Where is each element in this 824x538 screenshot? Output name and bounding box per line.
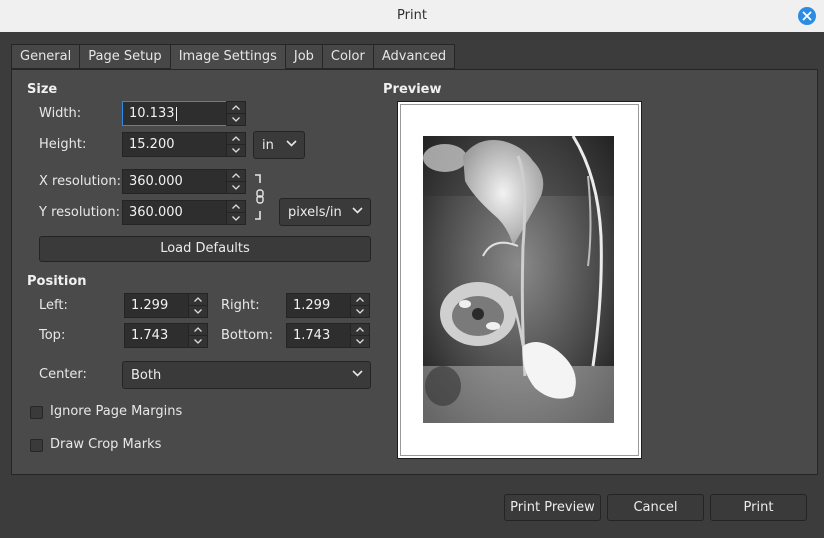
center-select[interactable]: Both [122,361,371,389]
chevron-down-icon [194,339,202,344]
width-increment-button[interactable] [227,102,245,113]
top-label: Top: [39,328,66,343]
chevron-up-icon [232,204,240,209]
center-label: Center: [39,367,87,382]
x-resolution-increment-button[interactable] [227,170,245,181]
height-spinner: 15.200 [122,132,246,157]
right-input[interactable]: 1.299 [286,293,350,318]
height-label: Height: [39,137,87,152]
size-unit-value: in [262,137,274,153]
ignore-margins-checkbox[interactable] [30,406,43,419]
window-title: Print [397,8,427,23]
right-label: Right: [221,298,260,313]
top-input[interactable]: 1.743 [124,323,188,348]
y-resolution-spinner: 360.000 [122,200,246,225]
y-resolution-label: Y resolution: [39,205,120,220]
width-input[interactable]: 10.133 [122,101,226,126]
size-heading: Size [27,82,58,97]
tab-page-setup[interactable]: Page Setup [79,44,170,69]
crop-marks-label: Draw Crop Marks [50,437,162,452]
load-defaults-button[interactable]: Load Defaults [39,236,371,262]
tab-advanced[interactable]: Advanced [372,44,456,69]
chevron-up-icon [356,297,364,302]
height-decrement-button[interactable] [227,144,245,156]
right-increment-button[interactable] [351,294,369,305]
close-button[interactable] [798,7,816,25]
left-decrement-button[interactable] [189,305,207,317]
preview-image [423,136,614,423]
bottom-label: Bottom: [221,328,274,343]
top-decrement-button[interactable] [189,335,207,347]
bottom-decrement-button[interactable] [351,335,369,347]
chevron-up-icon [232,173,240,178]
y-resolution-input[interactable]: 360.000 [122,200,226,225]
tab-general[interactable]: General [11,44,80,69]
chevron-down-icon [352,207,363,214]
chevron-up-icon [194,327,202,332]
x-resolution-spinner: 360.000 [122,169,246,194]
chevron-down-icon [232,216,240,221]
left-increment-button[interactable] [189,294,207,305]
bottom-input[interactable]: 1.743 [286,323,350,348]
chevron-up-icon [232,136,240,141]
y-resolution-increment-button[interactable] [227,201,245,212]
ignore-margins-label: Ignore Page Margins [50,404,183,419]
bottom-increment-button[interactable] [351,324,369,335]
close-icon [802,11,812,21]
left-spinner: 1.299 [124,293,208,318]
preview-heading: Preview [383,82,442,97]
height-increment-button[interactable] [227,133,245,144]
width-label: Width: [39,106,82,121]
size-unit-select[interactable]: in [253,131,305,159]
height-input[interactable]: 15.200 [122,132,226,157]
left-input[interactable]: 1.299 [124,293,188,318]
right-decrement-button[interactable] [351,305,369,317]
chevron-down-icon [232,148,240,153]
top-spinner: 1.743 [124,323,208,348]
x-resolution-label: X resolution: [39,174,121,189]
left-label: Left: [39,298,68,313]
print-button[interactable]: Print [710,494,807,521]
chevron-down-icon [352,370,363,377]
chevron-up-icon [232,105,240,110]
resolution-unit-value: pixels/in [288,204,342,220]
cancel-button[interactable]: Cancel [607,494,704,521]
tab-color[interactable]: Color [321,44,373,69]
title-bar: Print [0,0,824,32]
chevron-down-icon [356,309,364,314]
bottom-spinner: 1.743 [286,323,370,348]
chain-link-icon [255,174,264,220]
x-resolution-decrement-button[interactable] [227,181,245,193]
width-decrement-button[interactable] [227,113,245,125]
chevron-down-icon [356,339,364,344]
chevron-down-icon [232,185,240,190]
chevron-down-icon [194,309,202,314]
width-spinner: 10.133 [122,101,246,126]
chevron-down-icon [232,117,240,122]
x-resolution-input[interactable]: 360.000 [122,169,226,194]
resolution-chain-button[interactable] [253,173,265,221]
chevron-up-icon [194,297,202,302]
tab-bar: General Page Setup Image Settings Job Co… [11,44,456,71]
tab-job[interactable]: Job [284,44,322,69]
chevron-up-icon [356,327,364,332]
y-resolution-decrement-button[interactable] [227,212,245,224]
top-increment-button[interactable] [189,324,207,335]
right-spinner: 1.299 [286,293,370,318]
tab-image-settings[interactable]: Image Settings [169,44,285,71]
crop-marks-checkbox[interactable] [30,439,43,452]
center-value: Both [131,367,162,383]
print-preview-button[interactable]: Print Preview [504,494,601,521]
chevron-down-icon [286,140,297,147]
position-heading: Position [27,274,87,289]
resolution-unit-select[interactable]: pixels/in [279,198,371,226]
